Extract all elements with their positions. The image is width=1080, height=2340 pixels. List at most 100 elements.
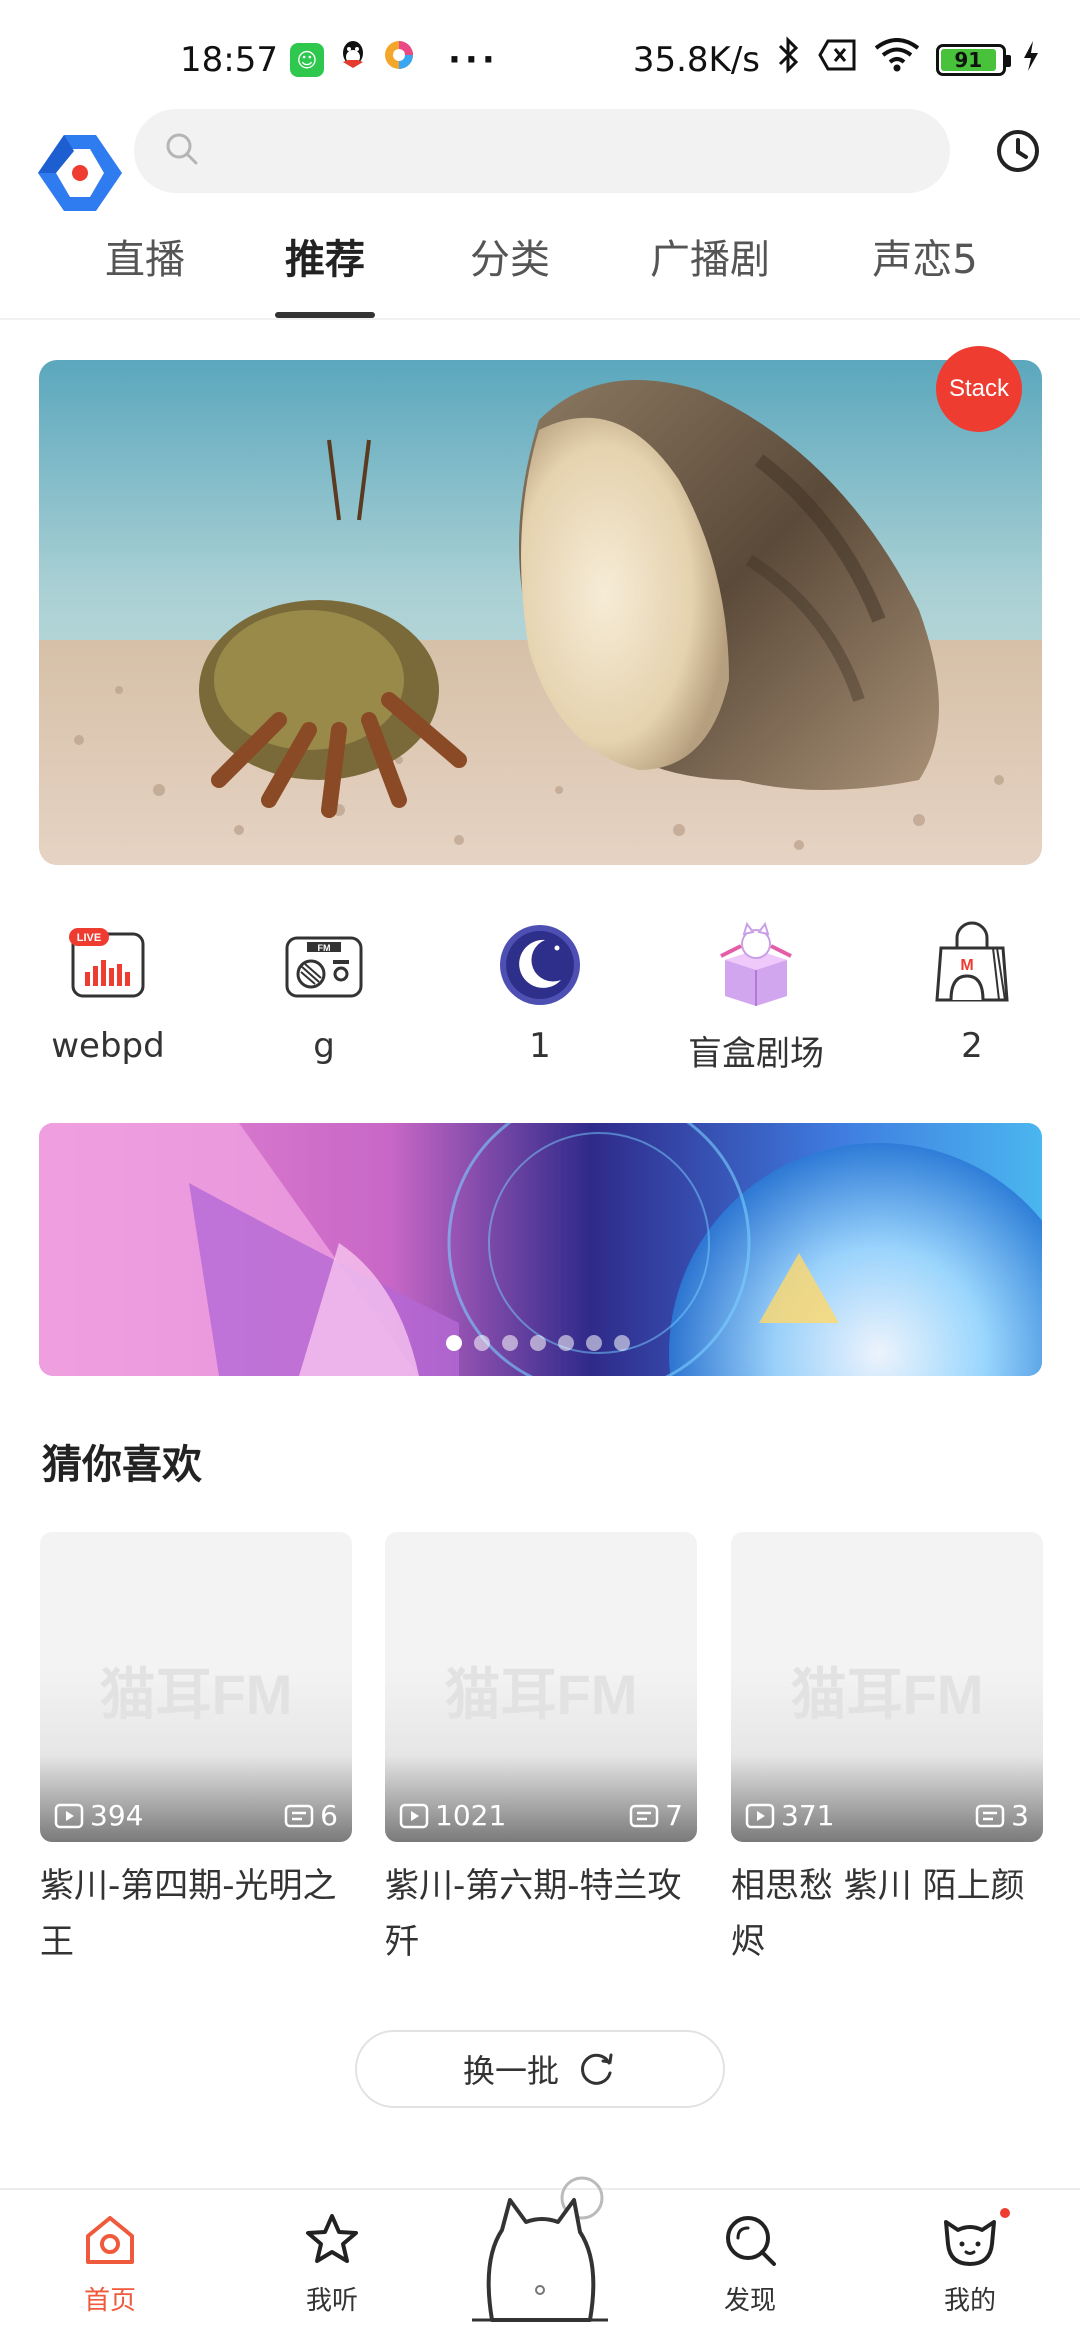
card-title: 紫川-第四期-光明之王: [40, 1866, 337, 1962]
search-icon: [164, 131, 200, 171]
play-count-icon: [54, 1803, 84, 1828]
nav-label: 我听: [305, 2286, 358, 2316]
nav-mine[interactable]: 我的: [900, 2208, 1040, 2317]
bluetooth-icon: [776, 36, 802, 83]
active-tab-indicator: [275, 312, 375, 318]
carousel-dot[interactable]: [558, 1335, 574, 1351]
episode-count: 3: [975, 1799, 1029, 1832]
play-count: 371: [745, 1799, 834, 1832]
tab-live[interactable]: 直播: [95, 230, 195, 320]
tab-recommend[interactable]: 推荐: [275, 230, 375, 320]
episode-count-value: 7: [665, 1799, 683, 1832]
nav-home[interactable]: 首页: [40, 2208, 180, 2317]
episodes-icon: [629, 1804, 659, 1827]
colorful-app-notification-icon: [382, 38, 416, 81]
episode-count: 7: [629, 1799, 683, 1832]
cat-face-icon: [944, 2220, 996, 2266]
cover-watermark: 猫耳FM: [444, 1663, 638, 1726]
tab-category[interactable]: 分类: [460, 230, 560, 320]
entry-webpd[interactable]: LIVE webpd: [8, 910, 208, 1066]
star-icon: [306, 2214, 358, 2263]
refresh-label: 换一批: [462, 2052, 559, 2090]
nav-listen[interactable]: 我听: [262, 2208, 402, 2317]
section-title: 猜你喜欢: [42, 1442, 202, 1488]
play-count: 394: [54, 1799, 143, 1832]
entry-2[interactable]: M 2: [872, 910, 1072, 1066]
more-notifications-icon: ···: [447, 39, 499, 80]
hero-banner[interactable]: [39, 360, 1042, 865]
episode-count: 6: [284, 1799, 338, 1832]
status-bar: 18:57 ☺ ··· 35.8K/s 91: [0, 0, 1080, 110]
qq-notification-icon: [336, 38, 370, 81]
quick-entries: LIVE webpd FM g 1 盲盒剧场 M 2: [0, 910, 1080, 1080]
card-meta: 371 3: [745, 1799, 1029, 1832]
discover-icon: [726, 2216, 776, 2266]
carousel-dot[interactable]: [474, 1335, 490, 1351]
notification-dot: [1000, 2208, 1010, 2218]
category-tabs: 直播 推荐 分类 广播剧 声恋5: [0, 230, 1080, 320]
app-logo-icon[interactable]: [34, 127, 126, 219]
wechat-notification-icon: ☺: [289, 42, 324, 77]
play-count-value: 1021: [435, 1799, 507, 1832]
card-meta: 1021 7: [399, 1799, 683, 1832]
svg-text:FM: FM: [318, 943, 331, 953]
tab-voice-love[interactable]: 声恋5: [860, 230, 990, 320]
network-speed: 35.8K/s: [632, 39, 760, 80]
card-title: 紫川-第六期-特兰攻歼: [385, 1866, 682, 1962]
promo-banner[interactable]: [39, 1123, 1042, 1376]
entry-1[interactable]: 1: [440, 910, 640, 1066]
card-cover: 猫耳FM 371 3: [731, 1532, 1043, 1842]
blind-box-icon: [720, 921, 792, 1006]
status-time: 18:57: [180, 39, 278, 80]
moon-icon: [500, 925, 580, 1005]
carousel-dot[interactable]: [530, 1335, 546, 1351]
wifi-icon: [874, 38, 920, 81]
card-cover: 猫耳FM 394 6: [40, 1532, 352, 1842]
drama-card[interactable]: 猫耳FM 394 6 紫川-第四期-光明之王: [40, 1532, 352, 1970]
drama-card[interactable]: 猫耳FM 371 3 相思愁 紫川 陌上颜烬: [731, 1532, 1043, 1970]
entry-blind-box-theater[interactable]: 盲盒剧场: [656, 910, 856, 1075]
live-icon: LIVE: [69, 928, 145, 998]
carousel-dots: [446, 1335, 630, 1351]
search-bar[interactable]: [134, 109, 950, 193]
card-meta: 394 6: [54, 1799, 338, 1832]
refresh-batch-button[interactable]: 换一批: [355, 2030, 725, 2108]
carousel-dot[interactable]: [614, 1335, 630, 1351]
episode-count-value: 6: [320, 1799, 338, 1832]
shopping-bag-icon: M: [935, 921, 1009, 1002]
entry-g[interactable]: FM g: [224, 910, 424, 1066]
svg-text:M: M: [960, 957, 973, 974]
play-count: 1021: [399, 1799, 506, 1832]
status-left: 18:57 ☺ ···: [180, 38, 499, 81]
episodes-icon: [284, 1804, 314, 1827]
carousel-dot[interactable]: [502, 1335, 518, 1351]
stack-badge[interactable]: Stack: [936, 346, 1022, 432]
search-input[interactable]: [216, 132, 916, 170]
svg-text:LIVE: LIVE: [77, 932, 101, 944]
recommend-cards: 猫耳FM 394 6 紫川-第四期-光明之王 猫耳FM 1021 7 紫川-第六…: [40, 1532, 1044, 1982]
tab-radio-drama[interactable]: 广播剧: [640, 230, 780, 320]
play-count-icon: [399, 1803, 429, 1828]
battery-icon: 91: [936, 43, 1011, 76]
nav-discover[interactable]: 发现: [680, 2208, 820, 2317]
cover-watermark: 猫耳FM: [790, 1663, 984, 1726]
home-icon: [86, 2216, 134, 2264]
play-count-icon: [745, 1803, 775, 1828]
bottom-nav: 首页 我听 发现 我的: [0, 2176, 1080, 2340]
episodes-icon: [975, 1804, 1005, 1827]
radio-fm-icon: FM: [285, 936, 363, 998]
center-cat-button[interactable]: [462, 2170, 618, 2340]
status-right: 35.8K/s 91: [633, 36, 1040, 83]
card-title: 相思愁 紫川 陌上颜烬: [731, 1866, 1025, 1962]
drama-card[interactable]: 猫耳FM 1021 7 紫川-第六期-特兰攻歼: [385, 1532, 697, 1970]
cat-mascot-icon: [472, 2176, 608, 2322]
carousel-dot[interactable]: [446, 1335, 462, 1351]
episode-count-value: 3: [1011, 1799, 1029, 1832]
entry-label: 1: [529, 1026, 551, 1066]
play-count-value: 371: [781, 1799, 835, 1832]
carousel-dot[interactable]: [586, 1335, 602, 1351]
history-clock-icon[interactable]: [990, 123, 1046, 179]
refresh-icon: [581, 2053, 613, 2085]
entry-label: g: [313, 1026, 335, 1066]
nav-label: 发现: [723, 2286, 776, 2316]
